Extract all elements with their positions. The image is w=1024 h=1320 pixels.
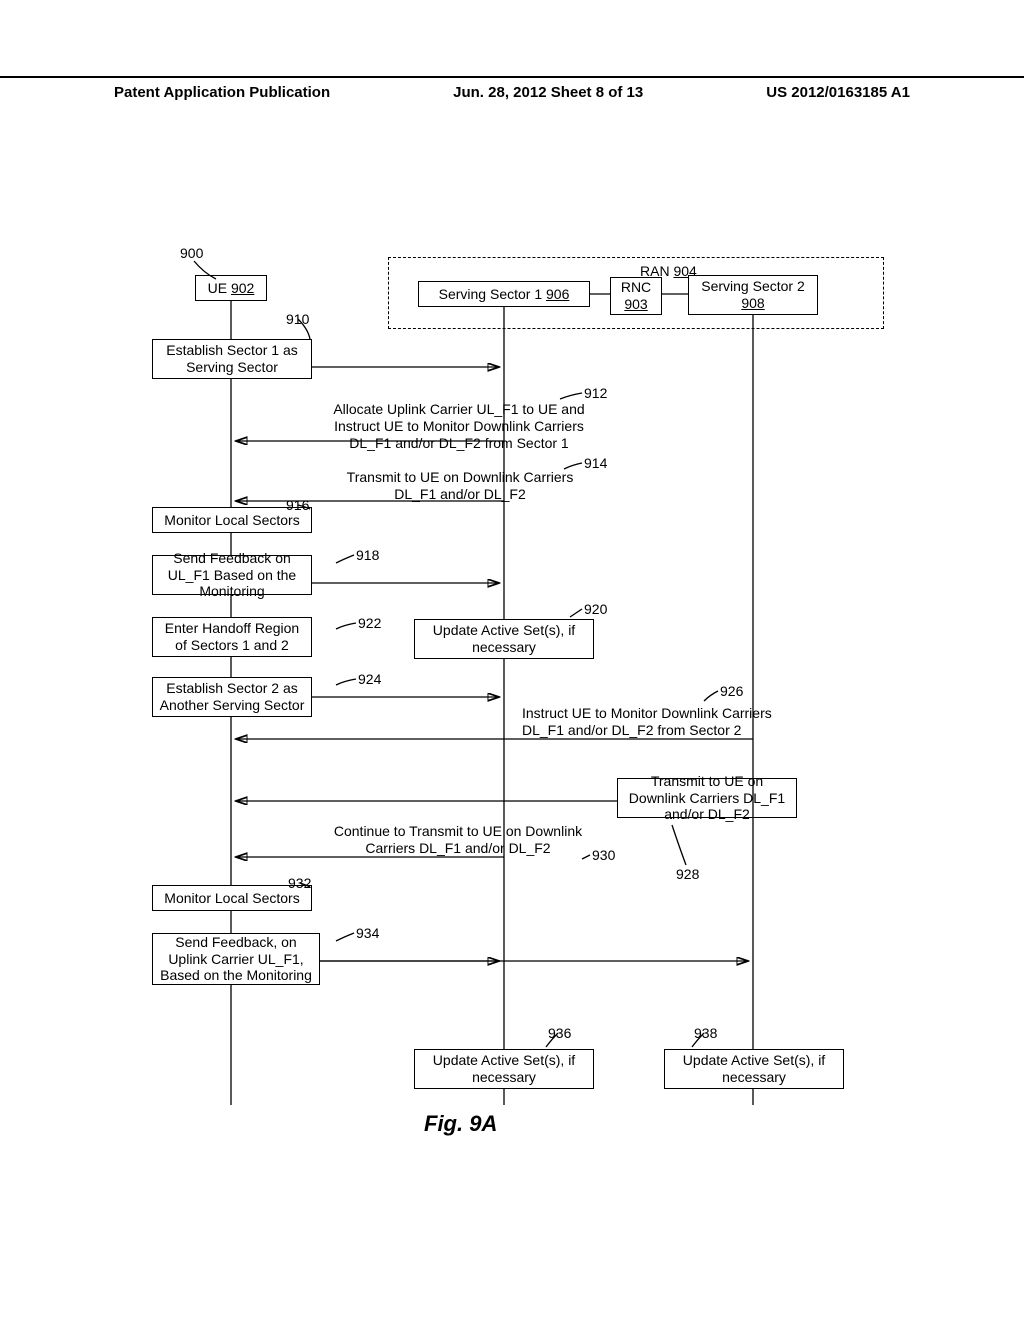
figure-caption: Fig. 9A bbox=[424, 1111, 497, 1137]
step-934: Send Feedback, on Uplink Carrier UL_F1, … bbox=[152, 933, 320, 985]
ref-914: 914 bbox=[584, 455, 607, 472]
page-header: Patent Application Publication Jun. 28, … bbox=[0, 76, 1024, 101]
ref-910: 910 bbox=[286, 311, 309, 328]
ref-916: 916 bbox=[286, 497, 309, 514]
sector1-box: Serving Sector 1 906 bbox=[418, 281, 590, 307]
msg-930: Continue to Transmit to UE on Downlink C… bbox=[330, 823, 586, 857]
ref-926: 926 bbox=[720, 683, 743, 700]
step-920: Update Active Set(s), if necessary bbox=[414, 619, 594, 659]
sector2-box: Serving Sector 2 908 bbox=[688, 275, 818, 315]
ref-924: 924 bbox=[358, 671, 381, 688]
ref-922: 922 bbox=[358, 615, 381, 632]
step-938: Update Active Set(s), if necessary bbox=[664, 1049, 844, 1089]
step-936: Update Active Set(s), if necessary bbox=[414, 1049, 594, 1089]
msg-912: Allocate Uplink Carrier UL_F1 to UE and … bbox=[328, 401, 590, 451]
msg-914: Transmit to UE on Downlink Carriers DL_F… bbox=[344, 469, 576, 503]
msg-926: Instruct UE to Monitor Downlink Carriers… bbox=[522, 705, 790, 739]
step-924: Establish Sector 2 as Another Serving Se… bbox=[152, 677, 312, 717]
header-mid: Jun. 28, 2012 Sheet 8 of 13 bbox=[453, 84, 643, 101]
step-918: Send Feedback on UL_F1 Based on the Moni… bbox=[152, 555, 312, 595]
ref-912: 912 bbox=[584, 385, 607, 402]
ref-934: 934 bbox=[356, 925, 379, 942]
ref-932: 932 bbox=[288, 875, 311, 892]
ref-920: 920 bbox=[584, 601, 607, 618]
header-right: US 2012/0163185 A1 bbox=[766, 84, 910, 101]
rnc-box: RNC 903 bbox=[610, 277, 662, 315]
ref-930: 930 bbox=[592, 847, 615, 864]
figure-9a: RAN 904 UE 902 Serving Sector 1 906 RNC … bbox=[140, 245, 884, 1145]
ref-900: 900 bbox=[180, 245, 203, 262]
step-928: Transmit to UE on Downlink Carriers DL_F… bbox=[617, 778, 797, 818]
ref-928: 928 bbox=[676, 866, 699, 883]
ref-918: 918 bbox=[356, 547, 379, 564]
ref-938: 938 bbox=[694, 1025, 717, 1042]
ref-936: 936 bbox=[548, 1025, 571, 1042]
step-922: Enter Handoff Region of Sectors 1 and 2 bbox=[152, 617, 312, 657]
header-left: Patent Application Publication bbox=[114, 84, 330, 101]
step-910: Establish Sector 1 as Serving Sector bbox=[152, 339, 312, 379]
ue-box: UE 902 bbox=[195, 275, 267, 301]
